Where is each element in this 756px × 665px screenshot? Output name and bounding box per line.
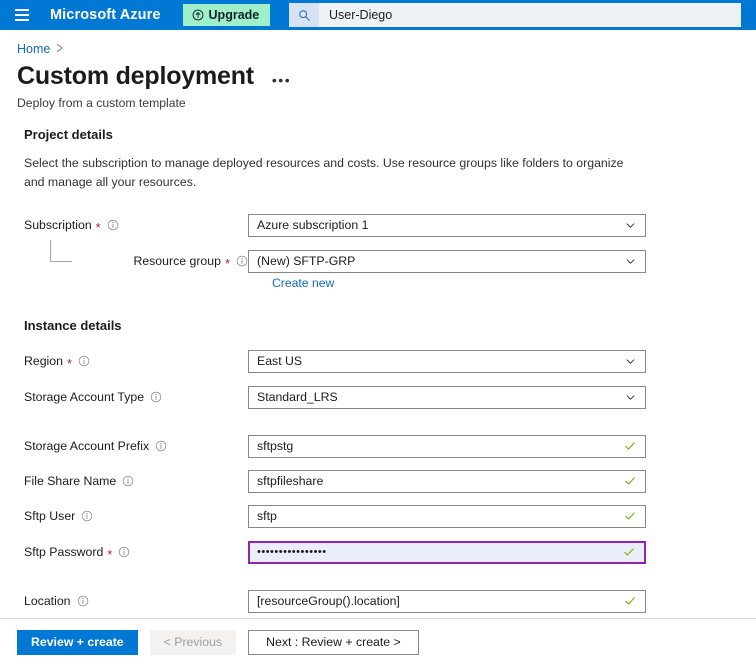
create-new-link[interactable]: Create new [272, 276, 334, 290]
field-storage-account-prefix: Storage Account Prefix sftpstg [24, 434, 756, 458]
field-file-share-name: File Share Name sftpfileshare [24, 469, 756, 493]
location-input[interactable]: [resourceGroup().location] [248, 589, 646, 613]
required-asterisk: * [95, 219, 101, 235]
file-share-name-label: File Share Name [24, 474, 248, 488]
page-title-row: Custom deployment ••• [0, 56, 756, 91]
field-location: Location [resourceGroup().location] [24, 589, 756, 613]
review-create-button[interactable]: Review + create [17, 629, 138, 655]
deployment-form: Project details Select the subscription … [0, 110, 756, 649]
resource-group-value: (New) SFTP-GRP [257, 254, 356, 269]
page-title: Custom deployment [17, 62, 254, 90]
region-value: East US [257, 354, 303, 369]
subscription-select[interactable]: Azure subscription 1 [248, 213, 646, 237]
custom-deployment-page: Home > Custom deployment ••• Deploy from… [0, 30, 756, 665]
global-search-input[interactable]: User-Diego [319, 8, 392, 22]
resource-group-label-text: Resource group [133, 254, 221, 269]
required-asterisk: * [107, 546, 113, 562]
upgrade-arrow-icon [192, 9, 203, 21]
upgrade-button[interactable]: Upgrade [182, 4, 271, 26]
hamburger-bar [15, 14, 29, 16]
info-icon[interactable] [236, 255, 248, 267]
field-resource-group: Resource group * (New) SFTP-GRP [24, 239, 756, 273]
field-subscription: Subscription * Azure subscription 1 [24, 213, 756, 237]
field-sftp-user: Sftp User sftp [24, 504, 756, 528]
storage-account-prefix-input[interactable]: sftpstg [248, 434, 646, 458]
breadcrumb: Home > [0, 30, 756, 58]
location-label-text: Location [24, 594, 71, 609]
location-label: Location [24, 594, 248, 608]
file-share-name-value: sftpfileshare [257, 474, 324, 489]
search-icon [298, 9, 310, 21]
breadcrumb-home-link[interactable]: Home [17, 42, 50, 56]
page-subtitle: Deploy from a custom template [17, 95, 186, 110]
chevron-down-icon [626, 358, 635, 364]
next-review-create-button[interactable]: Next : Review + create > [248, 629, 419, 655]
info-icon[interactable] [77, 595, 89, 607]
file-share-name-input[interactable]: sftpfileshare [248, 469, 646, 493]
subscription-label: Subscription * [24, 218, 248, 235]
hamburger-menu-icon[interactable] [0, 0, 44, 30]
sftp-password-label-text: Sftp Password [24, 545, 104, 560]
storage-account-type-select[interactable]: Standard_LRS [248, 385, 646, 409]
upgrade-button-label: Upgrade [208, 8, 260, 22]
field-sftp-password: Sftp Password * •••••••••••••••• [24, 540, 756, 564]
sftp-password-value: •••••••••••••••• [257, 546, 327, 558]
subscription-label-text: Subscription [24, 218, 92, 233]
region-label-text: Region [24, 354, 63, 369]
sftp-password-label: Sftp Password * [24, 545, 248, 562]
wizard-footer-bar: Review + create < Previous Next : Review… [0, 618, 756, 665]
info-icon[interactable] [107, 219, 119, 231]
storage-account-type-label-text: Storage Account Type [24, 390, 145, 405]
valid-check-icon [625, 477, 635, 485]
region-label: Region * [24, 354, 248, 371]
chevron-down-icon [626, 222, 635, 228]
valid-check-icon [625, 597, 635, 605]
resource-group-label: Resource group * [42, 254, 248, 271]
search-icon-container [289, 3, 319, 27]
file-share-name-label-text: File Share Name [24, 474, 117, 489]
info-icon[interactable] [150, 391, 162, 403]
hamburger-bar [15, 19, 29, 21]
required-asterisk: * [224, 255, 230, 271]
storage-account-type-label: Storage Account Type [24, 390, 248, 404]
info-icon[interactable] [81, 510, 93, 522]
chevron-down-icon [626, 394, 635, 400]
region-select[interactable]: East US [248, 349, 646, 373]
sftp-user-label-text: Sftp User [24, 509, 76, 524]
required-asterisk: * [66, 355, 73, 371]
sftp-user-value: sftp [257, 509, 277, 524]
valid-check-icon [625, 512, 635, 520]
chevron-down-icon [626, 258, 635, 264]
info-icon[interactable] [155, 440, 167, 452]
more-options-icon[interactable]: ••• [272, 72, 291, 88]
chevron-right-icon: > [56, 40, 63, 58]
hamburger-bar [15, 9, 29, 11]
valid-check-icon [624, 548, 634, 556]
previous-button: < Previous [149, 629, 237, 655]
project-details-heading: Project details [24, 126, 113, 142]
info-icon[interactable] [122, 475, 134, 487]
sftp-password-input[interactable]: •••••••••••••••• [248, 540, 646, 564]
valid-check-icon [625, 442, 635, 450]
sftp-user-label: Sftp User [24, 509, 248, 523]
project-details-description: Select the subscription to manage deploy… [24, 155, 624, 189]
azure-top-command-bar: Microsoft Azure Upgrade User-Diego [0, 0, 756, 30]
instance-details-heading: Instance details [24, 317, 122, 333]
field-region: Region * East US [24, 349, 756, 373]
info-icon[interactable] [118, 546, 130, 558]
global-search-box[interactable]: User-Diego [289, 3, 741, 27]
sftp-user-input[interactable]: sftp [248, 504, 646, 528]
storage-account-type-value: Standard_LRS [257, 390, 338, 405]
storage-account-prefix-label-text: Storage Account Prefix [24, 439, 150, 454]
info-icon[interactable] [78, 355, 90, 367]
subscription-value: Azure subscription 1 [257, 218, 369, 233]
azure-brand-logo[interactable]: Microsoft Azure [50, 7, 161, 23]
storage-account-prefix-label: Storage Account Prefix [24, 439, 248, 453]
storage-account-prefix-value: sftpstg [257, 439, 294, 454]
location-value: [resourceGroup().location] [257, 594, 400, 609]
field-storage-account-type: Storage Account Type Standard_LRS [24, 385, 756, 409]
resource-group-select[interactable]: (New) SFTP-GRP [248, 249, 646, 273]
